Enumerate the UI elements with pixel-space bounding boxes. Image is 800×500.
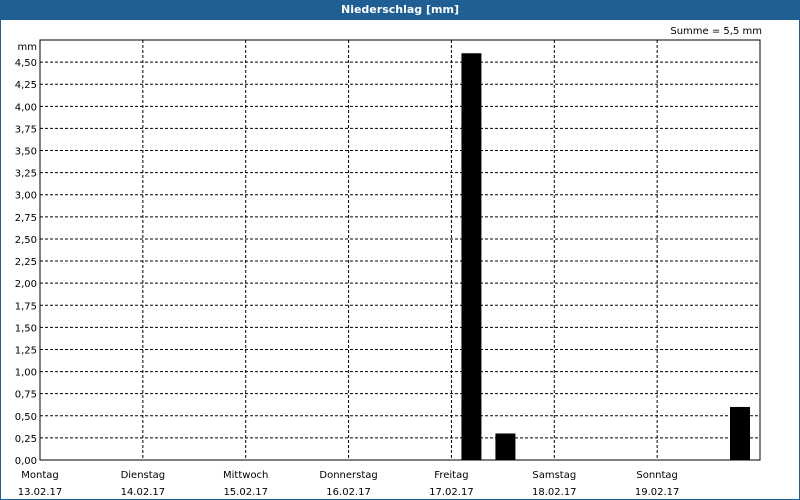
y-tick-labels: 0,00 0,25 0,50 0,75 1,00 1,25 1,50 1,75 2,00 2,25… xyxy=(15,58,37,467)
y-tick-label: 0,50 xyxy=(15,412,37,423)
precipitation-bar xyxy=(495,433,516,460)
x-tick-day: Montag xyxy=(21,470,58,481)
x-tick-labels: Montag 13.02.17 Dienstag 14.02.17 Mittwoch 15… xyxy=(18,470,680,498)
y-axis-unit: mm xyxy=(18,42,37,53)
y-tick-label: 4,00 xyxy=(15,102,37,113)
y-tick-label: 3,25 xyxy=(15,169,37,180)
x-tick-day: Samstag xyxy=(532,470,576,481)
y-tick-label: 2,00 xyxy=(15,279,37,290)
x-tick-day: Dienstag xyxy=(121,470,166,481)
x-tick-date: 18.02.17 xyxy=(532,487,577,498)
y-tick-label: 0,00 xyxy=(15,456,37,467)
y-tick-label: 3,00 xyxy=(15,191,37,202)
y-tick-label: 1,25 xyxy=(15,345,37,356)
y-tick-label: 3,50 xyxy=(15,147,37,158)
y-tick-label: 3,75 xyxy=(15,124,37,135)
precipitation-bar xyxy=(461,53,482,461)
y-tick-label: 4,50 xyxy=(15,58,37,69)
x-tick-date: 14.02.17 xyxy=(121,487,166,498)
x-tick-date: 16.02.17 xyxy=(326,487,371,498)
y-tick-label: 1,75 xyxy=(15,301,37,312)
precipitation-chart: 0,00 0,25 0,50 0,75 1,00 1,25 1,50 1,75 2,00 2,25… xyxy=(15,39,761,498)
x-tick-date: 17.02.17 xyxy=(429,487,474,498)
plot-area-border xyxy=(39,39,761,461)
x-tick-day: Mittwoch xyxy=(223,470,268,481)
y-tick-label: 0,25 xyxy=(15,434,37,445)
precipitation-bar xyxy=(730,406,750,460)
y-tick-label: 1,00 xyxy=(15,368,37,379)
x-tick-day: Freitag xyxy=(434,470,468,481)
x-tick-date: 19.02.17 xyxy=(635,487,680,498)
x-tick-day: Donnerstag xyxy=(319,470,377,481)
y-tick-label: 2,25 xyxy=(15,257,37,268)
x-tick-day: Sonntag xyxy=(636,470,678,481)
x-tick-date: 15.02.17 xyxy=(223,487,268,498)
y-tick-label: 2,75 xyxy=(15,213,37,224)
x-tick-date: 13.02.17 xyxy=(18,487,63,498)
y-tick-label: 0,75 xyxy=(15,390,37,401)
y-tick-label: 4,25 xyxy=(15,80,37,91)
grid-lines xyxy=(40,40,760,460)
y-tick-label: 2,50 xyxy=(15,235,37,246)
bar-group xyxy=(461,53,750,461)
y-tick-label: 1,50 xyxy=(15,323,37,334)
